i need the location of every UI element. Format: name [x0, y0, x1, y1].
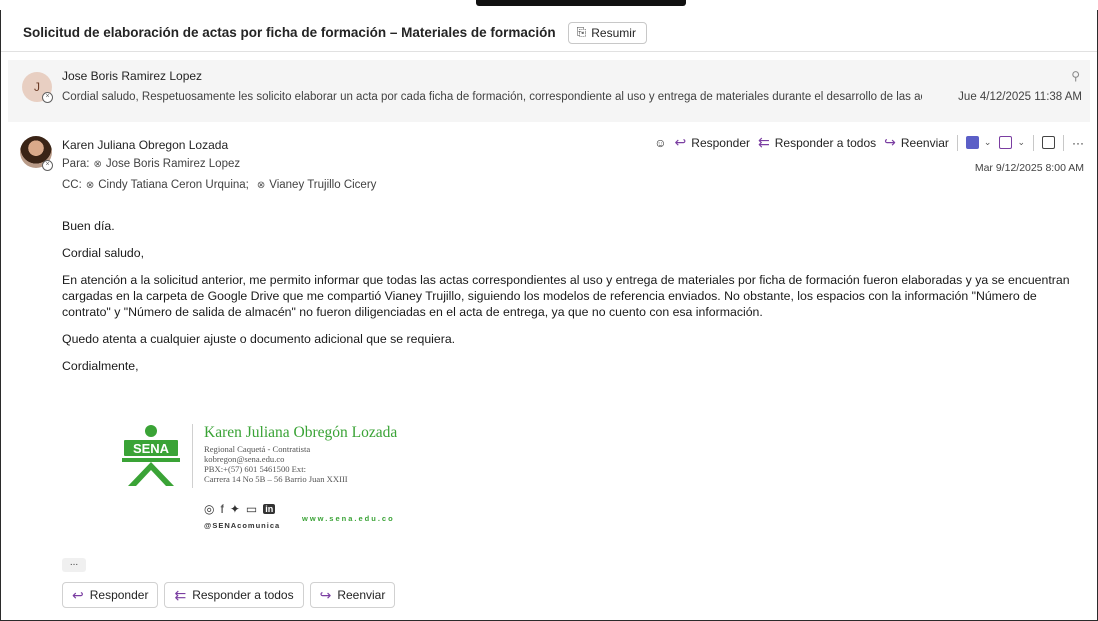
divider	[956, 134, 958, 151]
message-sender[interactable]: Karen Juliana Obregon Lozada	[62, 138, 228, 152]
summarize-icon: ⎘	[576, 25, 587, 39]
presence-offline-icon: ×	[42, 160, 53, 171]
sena-logo-text: SENA	[133, 441, 170, 456]
body-paragraph: En atención a la solicitud anterior, me …	[62, 273, 1070, 319]
show-more-button[interactable]: ...	[62, 558, 86, 572]
signature-divider	[192, 424, 193, 488]
move-button[interactable]: ⌄	[999, 136, 1025, 149]
linkedin-icon: in	[263, 504, 276, 514]
more-actions-button[interactable]: ···	[1072, 136, 1084, 150]
body-paragraph: Cordial saludo,	[62, 246, 145, 260]
pdf-icon	[965, 136, 979, 149]
sena-logo: SENA	[122, 425, 180, 486]
pdf-app-button[interactable]: ⌄	[965, 136, 992, 149]
twitter-icon: ✦	[229, 502, 240, 516]
social-handle: @SENAcomunica	[204, 521, 281, 530]
divider	[1063, 134, 1064, 151]
subject-bar: Solicitud de elaboración de actas por fi…	[1, 14, 1097, 52]
reply-icon: ↩	[674, 134, 687, 150]
folder-icon	[999, 136, 1013, 149]
reply-button-bottom[interactable]: ↩ Responder	[62, 582, 159, 608]
signature-name: Karen Juliana Obregón Lozada	[204, 424, 398, 441]
reply-button[interactable]: ↩ Responder	[675, 134, 750, 151]
summarize-button[interactable]: ⎘ Resumir	[567, 21, 647, 44]
body-paragraph: Buen día.	[62, 219, 115, 233]
website: www.sena.edu.co	[302, 514, 395, 523]
forward-button[interactable]: ↪ Reenviar	[884, 134, 949, 151]
reply-all-button-bottom[interactable]: ⇇ Responder a todos	[164, 582, 304, 608]
summarize-label: Resumir	[591, 25, 636, 40]
recipient-status-icon: ⊗	[93, 158, 102, 170]
social-icons: ◎ f ✦ ▭ in	[204, 502, 276, 516]
bottom-actions: ↩ Responder ⇇ Responder a todos ↪ Reenviar	[62, 582, 396, 608]
recipient-status-icon: ⊗	[256, 179, 266, 191]
previous-preview: Cordial saludo, Respetuosamente les soli…	[62, 91, 922, 103]
emoji-react-button[interactable]: ☺	[654, 136, 666, 150]
forward-icon: ↪	[884, 134, 896, 150]
youtube-icon: ▭	[245, 502, 258, 516]
reply-all-icon: ⇇	[174, 586, 187, 603]
signature: SENA Karen Juliana Obregón Lozada Region…	[118, 420, 458, 536]
reply-all-button[interactable]: ⇇ Responder a todos	[758, 134, 876, 151]
divider	[1033, 134, 1034, 151]
to-line: Para: ⊗ Jose Boris Ramirez Lopez	[62, 158, 241, 170]
message-body: Buen día. Cordial saludo, En atención a …	[62, 218, 1084, 385]
reply-icon: ↩	[72, 586, 84, 603]
previous-sender: Jose Boris Ramirez Lopez	[62, 69, 203, 83]
more-icon: ···	[1072, 135, 1084, 150]
attachment-icon: ⚲	[1071, 69, 1080, 83]
recipient-cc[interactable]: Vianey Trujillo Cicery	[269, 179, 376, 191]
reply-all-icon: ⇇	[758, 134, 770, 150]
message-date: Mar 9/12/2025 8:00 AM	[974, 162, 1084, 174]
chevron-down-icon: ⌄	[1017, 137, 1025, 147]
top-strip	[0, 0, 1098, 10]
email-subject: Solicitud de elaboración de actas por fi…	[23, 25, 556, 40]
recipient-cc[interactable]: Cindy Tatiana Ceron Urquina;	[98, 179, 249, 191]
apps-icon	[1042, 136, 1055, 149]
instagram-icon: ◎	[204, 502, 215, 516]
chevron-down-icon: ⌄	[983, 137, 992, 147]
forward-button-bottom[interactable]: ↪ Reenviar	[309, 582, 396, 608]
body-paragraph: Quedo atenta a cualquier ajuste o docume…	[62, 332, 456, 346]
facebook-icon: f	[220, 502, 224, 516]
message-actions: ☺ ↩ Responder ⇇ Responder a todos ↪ Reenvia…	[654, 134, 1084, 151]
smiley-icon: ☺	[654, 135, 667, 150]
presence-offline-icon: ×	[42, 92, 53, 103]
body-paragraph: Cordialmente,	[62, 359, 139, 373]
recipient-status-icon: ⊗	[85, 179, 95, 191]
signature-details: Regional Caquetá - Contratista kobregon@…	[204, 444, 348, 484]
cc-line: CC: ⊗ Cindy Tatiana Ceron Urquina; ⊗ Via…	[62, 179, 377, 191]
message-expanded: × Karen Juliana Obregon Lozada Para: ⊗ J…	[8, 126, 1090, 616]
recipient-to[interactable]: Jose Boris Ramirez Lopez	[106, 158, 240, 170]
forward-icon: ↪	[319, 586, 332, 603]
previous-message-collapsed[interactable]: J × Jose Boris Ramirez Lopez Cordial sal…	[8, 60, 1090, 122]
previous-date: Jue 4/12/2025 11:38 AM	[958, 91, 1082, 103]
apps-button[interactable]	[1042, 136, 1055, 149]
